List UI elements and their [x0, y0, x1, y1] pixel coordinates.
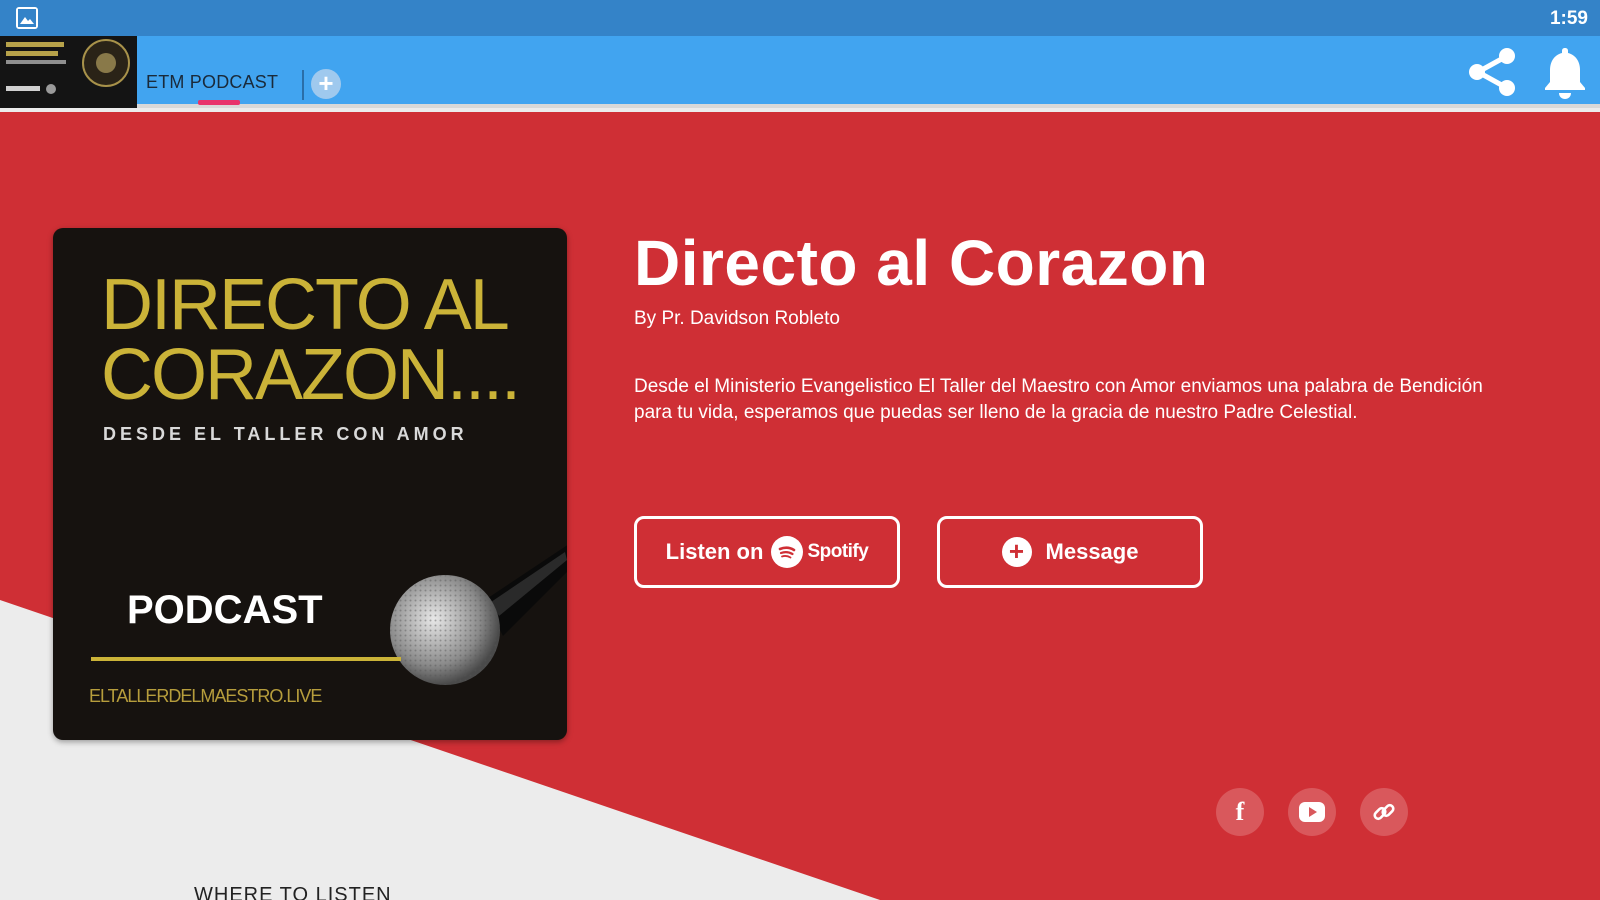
add-tab-button[interactable]: + — [311, 69, 341, 99]
where-to-listen-heading: WHERE TO LISTEN — [194, 884, 392, 900]
bell-icon[interactable] — [1540, 44, 1590, 100]
image-notification-icon — [16, 7, 38, 29]
podcast-title: Directo al Corazon — [634, 227, 1209, 299]
message-label: Message — [1045, 539, 1139, 564]
listen-on-label: Listen on — [665, 539, 764, 564]
cover-divider — [91, 657, 401, 661]
message-button[interactable]: + Message — [937, 516, 1203, 588]
link-icon[interactable] — [1360, 788, 1408, 836]
facebook-icon[interactable]: f — [1216, 788, 1264, 836]
microphone-icon — [390, 545, 567, 685]
plus-circle-icon: + — [1001, 537, 1032, 567]
spotify-wordmark: Spotify — [807, 541, 869, 562]
status-time: 1:59 — [1549, 8, 1588, 29]
status-bar: 1:59 — [0, 0, 1600, 36]
cover-subtitle: DESDE EL TALLER CON AMOR — [103, 424, 468, 444]
youtube-icon[interactable] — [1288, 788, 1336, 836]
cover-url: ELTALLERDELMAESTRO.LIVE — [89, 686, 322, 706]
app-bar: ETM PODCAST + — [0, 36, 1600, 108]
podcast-cover-art: DIRECTO AL CORAZON.... DESDE EL TALLER C… — [53, 228, 567, 740]
tab-divider — [302, 70, 304, 100]
tab-etm-podcast[interactable]: ETM PODCAST — [146, 72, 278, 93]
cover-title: DIRECTO AL CORAZON.... — [101, 265, 521, 415]
podcast-author: By Pr. Davidson Robleto — [634, 308, 840, 329]
podcast-description: Desde el Ministerio Evangelistico El Tal… — [634, 376, 1483, 423]
listen-on-spotify-button[interactable]: Listen on Spotify — [634, 516, 900, 588]
spotify-icon — [771, 536, 804, 568]
share-icon[interactable] — [1465, 46, 1521, 98]
cover-podcast-label: PODCAST — [127, 588, 323, 632]
podcast-hero: DIRECTO AL CORAZON.... DESDE EL TALLER C… — [0, 112, 1600, 900]
app-logo[interactable] — [0, 36, 137, 108]
active-tab-indicator — [198, 100, 240, 105]
